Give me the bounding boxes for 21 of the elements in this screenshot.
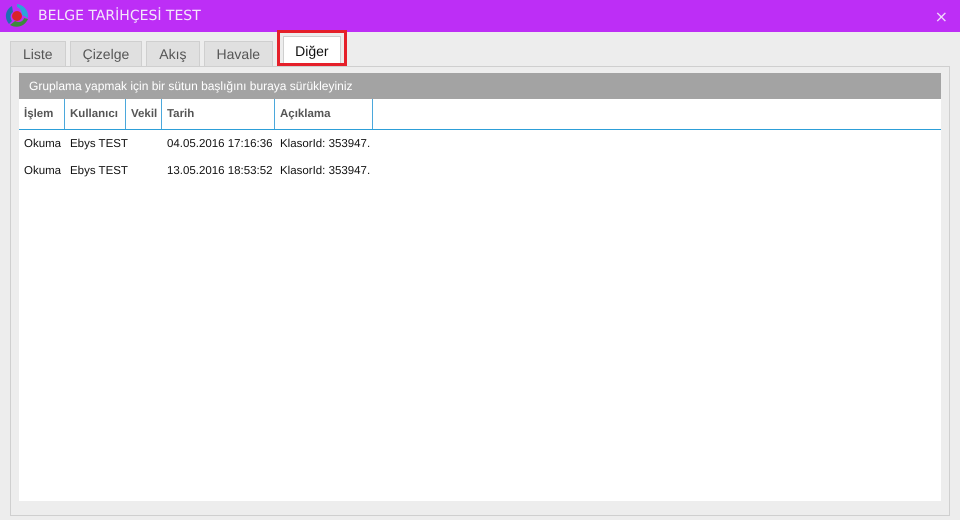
table-cell-text: Okuma (23, 164, 62, 179)
tab[interactable]: Liste (10, 41, 66, 66)
column-header[interactable]: Vekil (126, 99, 162, 129)
table-cell-text: KlasorId: 353947. (279, 164, 372, 179)
table-cell-text: Okuma (23, 137, 62, 152)
tab[interactable]: Akış (146, 41, 200, 66)
table-cell-text: Ebys TEST (69, 164, 126, 179)
column-header[interactable]: Tarih (162, 99, 275, 129)
table-cell-text: 13.05.2016 18:53:52 (166, 164, 274, 179)
window-title: BELGE TARİHÇESİ TEST (38, 8, 202, 24)
tab[interactable]: Havale (204, 41, 274, 66)
column-header[interactable]: Kullanıcı (65, 99, 126, 129)
column-header[interactable]: Açıklama (275, 99, 373, 129)
group-by-bar: Gruplama yapmak için bir sütun başlığını buraya sürükleyiniz (19, 73, 941, 99)
tab[interactable]: Çizelge (70, 41, 142, 66)
column-header[interactable]: İşlem (19, 99, 65, 129)
tab[interactable]: Diğer (283, 36, 341, 63)
logo-icon (4, 3, 30, 29)
table-cell-text: KlasorId: 353947. (279, 137, 372, 152)
table-cell-text: Ebys TEST (69, 137, 126, 152)
table-cell-text: 04.05.2016 17:16:36 (166, 137, 274, 152)
